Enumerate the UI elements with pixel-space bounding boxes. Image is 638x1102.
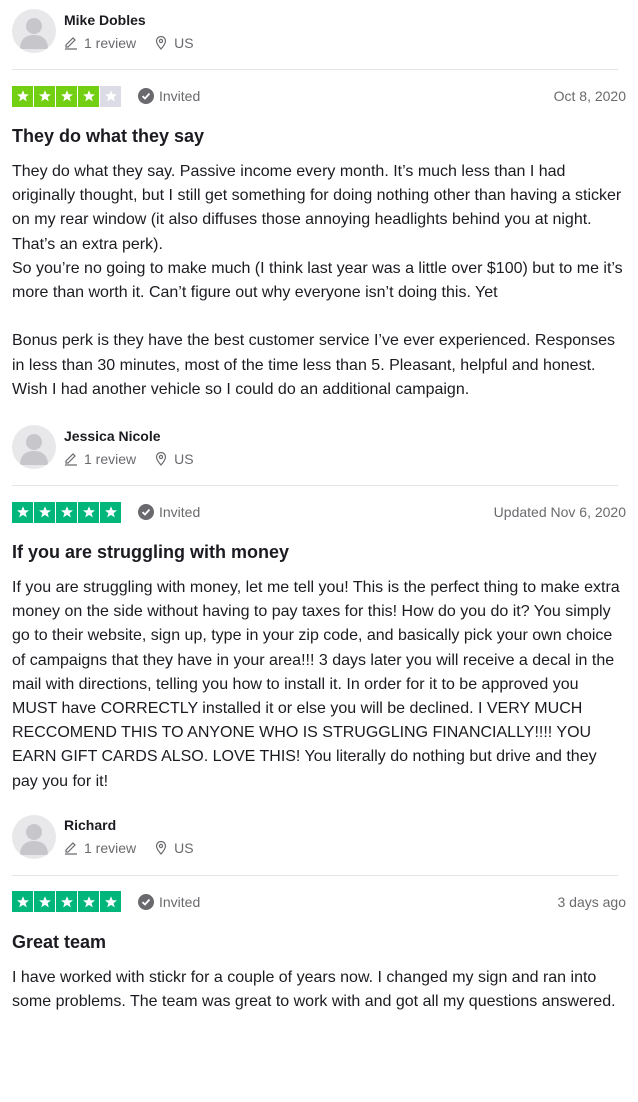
review-count-label: 1 review	[84, 34, 137, 51]
country-label: US	[174, 450, 194, 467]
avatar-placeholder-icon[interactable]	[12, 425, 56, 470]
review-list: Mike Dobles 1 review US Invited Oct 8, 2…	[12, 0, 626, 1014]
invited-badge[interactable]: Invited	[138, 504, 201, 521]
consumer-name-link[interactable]: Mike Dobles	[64, 11, 212, 29]
country-label: US	[174, 34, 194, 51]
review-date: 3 days ago	[557, 893, 627, 910]
review-card: Mike Dobles 1 review US Invited Oct 8, 2…	[12, 0, 626, 402]
location-pin-icon	[156, 35, 167, 50]
country: US	[154, 450, 194, 468]
rating-row: Invited Oct 8, 2020	[12, 70, 626, 122]
review-date: Updated Nov 6, 2020	[493, 504, 626, 521]
invited-label: Invited	[159, 88, 201, 104]
review-title[interactable]: Great team	[12, 930, 626, 954]
star-filled-icon	[34, 85, 55, 107]
invited-badge[interactable]: Invited	[138, 893, 201, 910]
consumer-info: Mike Dobles 1 review US	[12, 0, 626, 62]
pencil-icon	[65, 36, 77, 50]
reviews-page: Mike Dobles 1 review US Invited Oct 8, 2…	[0, 0, 638, 1102]
review-date: Oct 8, 2020	[553, 88, 626, 104]
rating-row: Invited Updated Nov 6, 2020	[12, 486, 626, 538]
star-rating	[12, 501, 122, 523]
review-count-label: 1 review	[84, 840, 137, 857]
country: US	[154, 839, 194, 857]
review-card: Jessica Nicole 1 review US Invited Updat…	[12, 416, 626, 794]
star-filled-icon	[78, 85, 99, 107]
review-title[interactable]: If you are struggling with money	[12, 540, 626, 564]
review-card: Richard 1 review US Invited 3 days ago G…	[12, 806, 626, 1014]
star-empty-icon	[100, 85, 121, 107]
review-count-label: 1 review	[84, 450, 137, 467]
consumer-name-link[interactable]: Richard	[64, 816, 212, 834]
star-filled-icon	[34, 891, 55, 913]
review-title[interactable]: They do what they say	[12, 124, 626, 148]
review-count: 1 review	[64, 34, 136, 52]
checkmark-circle-icon	[138, 893, 154, 910]
star-filled-icon	[100, 501, 121, 523]
star-rating	[12, 891, 122, 913]
review-count: 1 review	[64, 450, 136, 468]
star-filled-icon	[78, 891, 99, 913]
star-filled-icon	[12, 891, 33, 913]
rating-row: Invited 3 days ago	[12, 876, 626, 928]
review-count: 1 review	[64, 839, 136, 857]
avatar-placeholder-icon[interactable]	[12, 814, 56, 859]
star-filled-icon	[12, 501, 33, 523]
review-text: If you are struggling with money, let me…	[12, 579, 620, 790]
consumer-info: Richard 1 review US	[12, 806, 626, 868]
star-filled-icon	[56, 891, 77, 913]
review-text: I have worked with stickr for a couple o…	[12, 968, 616, 1011]
consumer-name-link[interactable]: Jessica Nicole	[64, 427, 212, 445]
country: US	[154, 34, 194, 52]
star-filled-icon	[56, 501, 77, 523]
location-pin-icon	[156, 841, 167, 856]
star-filled-icon	[78, 501, 99, 523]
star-filled-icon	[56, 85, 77, 107]
consumer-info: Jessica Nicole 1 review US	[12, 416, 626, 478]
star-rating	[12, 85, 122, 107]
star-filled-icon	[100, 891, 121, 913]
country-label: US	[174, 840, 194, 857]
pencil-icon	[65, 842, 77, 855]
star-filled-icon	[34, 501, 55, 523]
checkmark-circle-icon	[138, 88, 154, 104]
avatar-placeholder-icon[interactable]	[12, 9, 56, 53]
star-filled-icon	[12, 85, 33, 107]
invited-badge[interactable]: Invited	[138, 88, 200, 104]
checkmark-circle-icon	[138, 504, 154, 521]
invited-label: Invited	[159, 893, 201, 910]
review-text: They do what they say. Passive income ev…	[12, 163, 623, 398]
location-pin-icon	[156, 451, 167, 466]
pencil-icon	[65, 452, 77, 466]
invited-label: Invited	[159, 504, 201, 521]
